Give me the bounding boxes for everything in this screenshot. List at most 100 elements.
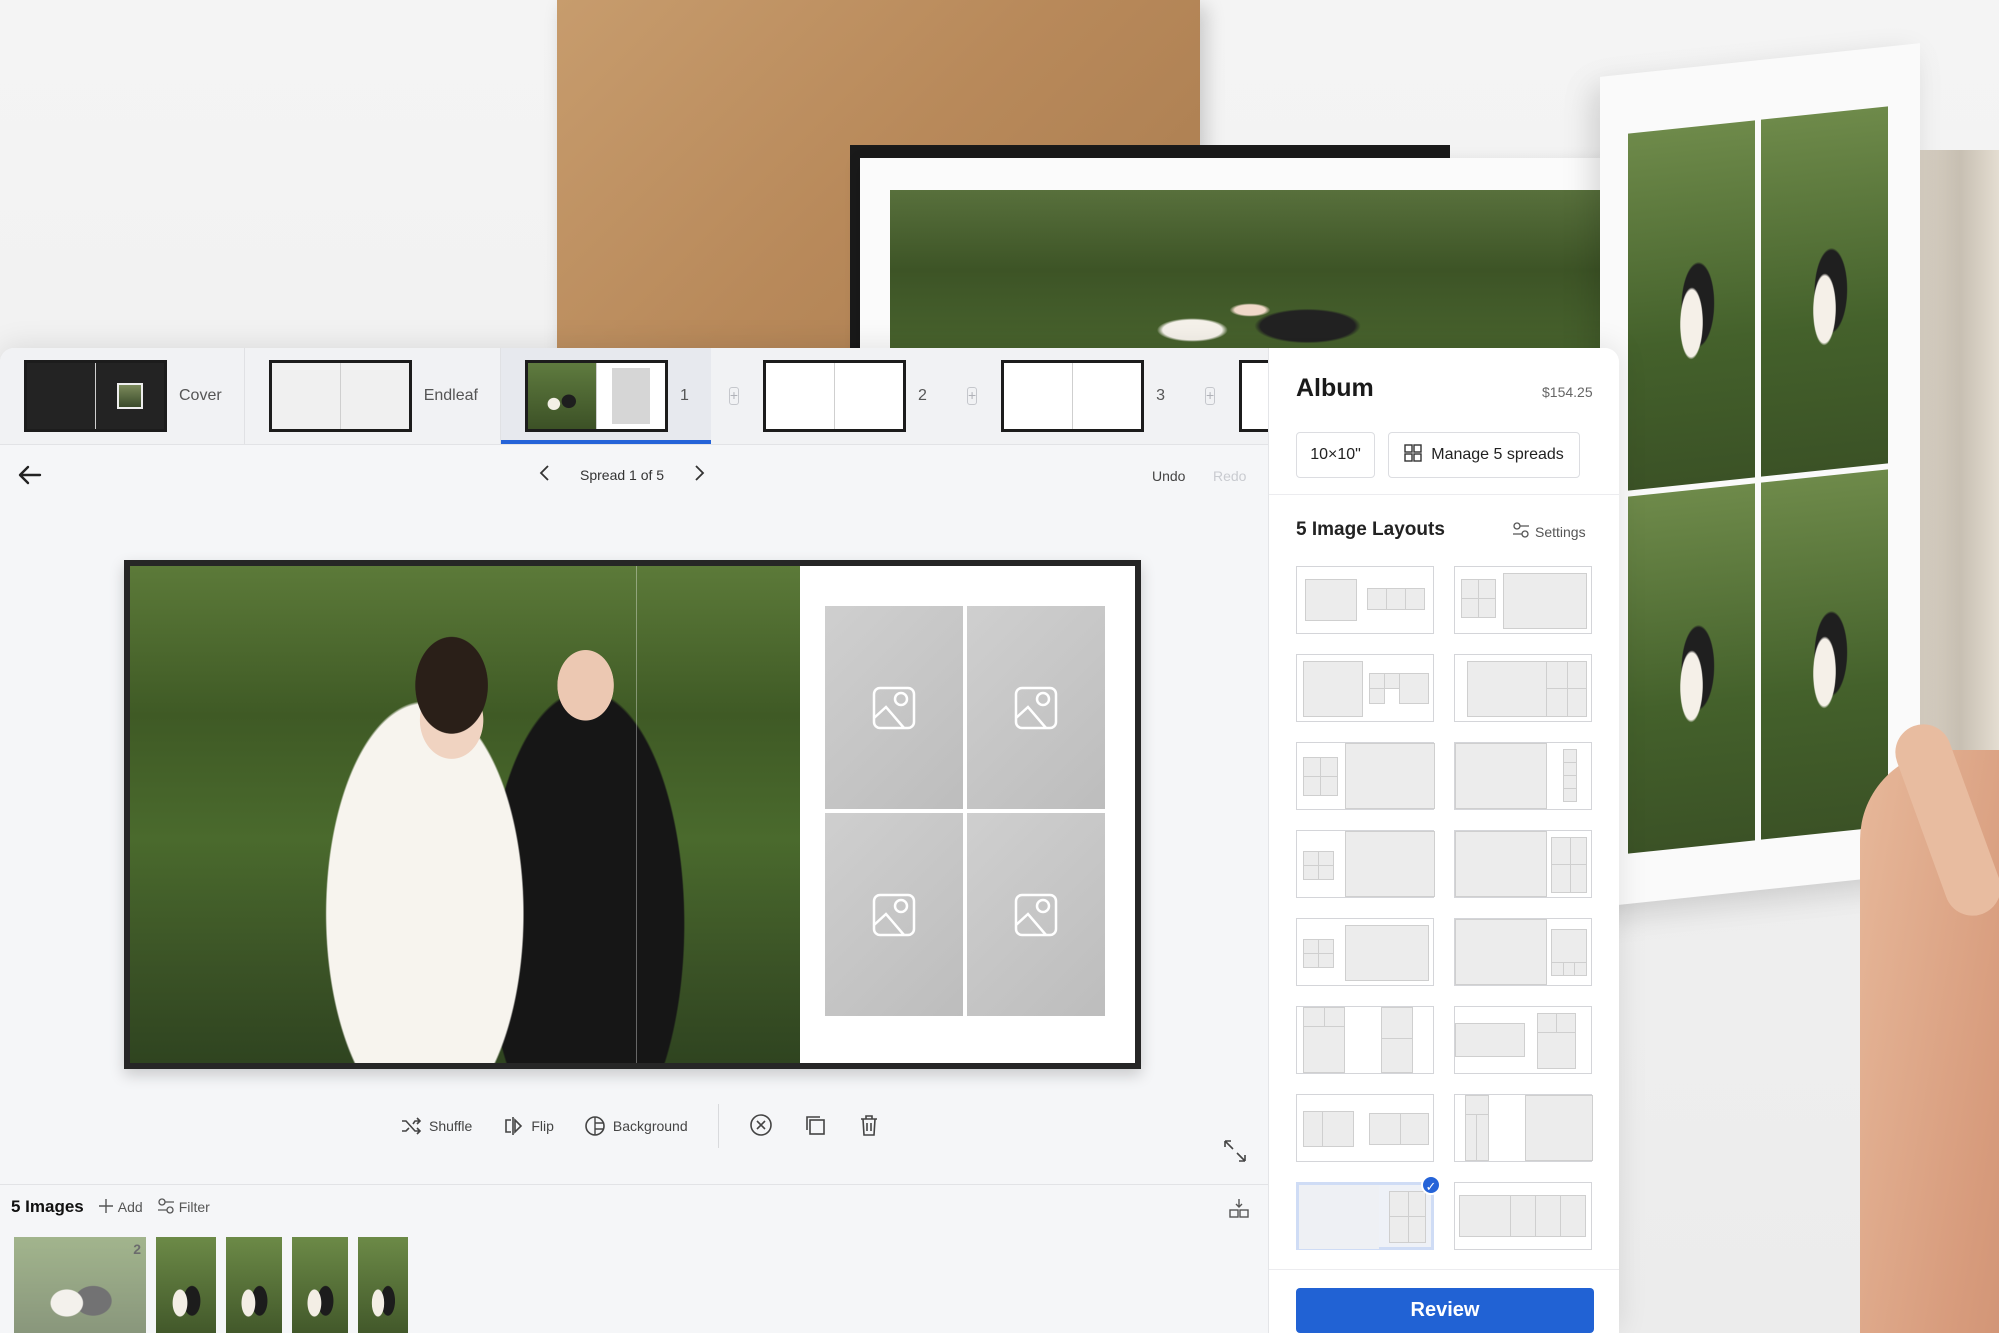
spread-label: Endleaf [423, 387, 478, 404]
spread-navigation: Spread 1 of 5 [538, 464, 706, 485]
layout-option[interactable] [1296, 1094, 1434, 1162]
layout-option[interactable] [1296, 654, 1434, 722]
spread-label: 2 [918, 387, 927, 404]
album-editor-window: Cover Endleaf 1 + 2 + 3 + Spread 1 of 5 … [0, 348, 1619, 1333]
image-count-title: 5 Images [11, 1197, 84, 1216]
spread-thumb-2[interactable]: 2 [739, 348, 949, 444]
settings-button[interactable]: Settings [1512, 522, 1586, 541]
layout-options: ✓ [1296, 566, 1594, 1250]
image-thumbnail[interactable]: 2 [14, 1237, 146, 1333]
spread-4-thumbnail [1239, 360, 1268, 432]
spread-thumb-1[interactable]: 1 [500, 348, 711, 444]
layout-option[interactable] [1454, 1006, 1592, 1074]
album-grid-photo [1628, 120, 1755, 491]
spread-indicator: Spread 1 of 5 [580, 466, 665, 483]
photo-placeholder[interactable] [825, 813, 963, 1016]
spread-thumb-cover[interactable]: Cover [0, 348, 245, 444]
settings-icon [1512, 522, 1530, 541]
photo-placeholder-grid [825, 606, 1105, 1016]
background-label: Background [612, 1118, 688, 1134]
review-button[interactable]: Review [1296, 1288, 1594, 1333]
photo-placeholder[interactable] [967, 606, 1105, 809]
size-label: 10×10" [1310, 446, 1361, 463]
album-grid-photo [1761, 106, 1888, 477]
image-tray-header: 5 Images Add Filter [11, 1197, 210, 1217]
add-label: Add [117, 1199, 143, 1215]
circle-x-icon[interactable] [749, 1113, 773, 1140]
layout-option[interactable] [1296, 830, 1435, 898]
endleaf-thumbnail [268, 360, 412, 432]
plus-icon[interactable]: + [1205, 387, 1216, 405]
cover-thumbnail [24, 360, 167, 432]
photo-placeholder[interactable] [967, 813, 1105, 1016]
spread-label: Cover [179, 387, 222, 404]
panel-title: Album [1296, 374, 1374, 402]
manage-spreads-label: Manage 5 spreads [1431, 446, 1564, 463]
filter-button[interactable]: Filter [157, 1197, 210, 1217]
arrow-left-icon[interactable] [16, 461, 44, 495]
divider [1269, 1269, 1619, 1270]
usage-count: 2 [133, 1241, 141, 1257]
size-button[interactable]: 10×10" [1296, 432, 1375, 478]
layout-option-selected[interactable]: ✓ [1296, 1175, 1441, 1250]
arrange-icon[interactable] [1228, 1197, 1250, 1224]
spread-canvas [124, 560, 1141, 1069]
image-thumbnail[interactable] [292, 1237, 348, 1333]
chevron-right-icon[interactable] [692, 464, 706, 485]
layout-option[interactable] [1454, 830, 1592, 898]
flip-button[interactable]: Flip [502, 1115, 554, 1137]
undo-button[interactable]: Undo [1152, 468, 1185, 484]
spread-thumb-3[interactable]: 3 [977, 348, 1187, 444]
layout-option[interactable] [1296, 742, 1435, 810]
shuffle-button[interactable]: Shuffle [400, 1115, 472, 1137]
collapse-arrows-icon[interactable] [1222, 1138, 1248, 1169]
image-tray: 5 Images Add Filter 2 [0, 1184, 1268, 1333]
layout-option[interactable] [1454, 918, 1592, 986]
add-images-button[interactable]: Add [98, 1198, 143, 1217]
spread-thumb-4[interactable] [1215, 348, 1268, 444]
image-placeholder-icon [872, 893, 916, 936]
manage-spreads-button[interactable]: Manage 5 spreads [1388, 432, 1580, 478]
album-photo-grid [1628, 106, 1888, 854]
layout-option[interactable] [1454, 1094, 1593, 1162]
layout-option[interactable] [1454, 1182, 1592, 1250]
image-thumbnail[interactable] [226, 1237, 282, 1333]
album-grid-photo [1628, 483, 1755, 854]
redo-button[interactable]: Redo [1213, 468, 1246, 484]
checkmark-icon: ✓ [1421, 1175, 1441, 1195]
spread-2-thumbnail [763, 360, 907, 432]
image-thumbnail[interactable] [358, 1237, 408, 1333]
layout-option[interactable] [1296, 918, 1434, 986]
plus-icon[interactable]: + [966, 387, 978, 405]
shuffle-icon [402, 1117, 422, 1135]
divider [717, 1104, 719, 1148]
chevron-left-icon[interactable] [538, 464, 552, 485]
plus-icon[interactable]: + [728, 387, 740, 405]
album-settings-panel: Album $154.25 10×10" Manage 5 spreads 5 … [1268, 348, 1619, 1333]
photo-placeholder[interactable] [825, 606, 963, 809]
spread-3-thumbnail [1001, 360, 1145, 432]
trash-icon[interactable] [857, 1113, 881, 1140]
divider [1269, 494, 1619, 495]
couple-photo[interactable] [130, 566, 800, 1063]
layout-option[interactable] [1454, 566, 1592, 634]
image-thumbnails: 2 [14, 1237, 408, 1333]
layout-option[interactable] [1454, 654, 1592, 722]
layout-option[interactable] [1296, 566, 1434, 634]
layouts-title: 5 Image Layouts [1296, 519, 1445, 540]
image-placeholder-icon [1014, 893, 1058, 936]
spread-label: 3 [1156, 387, 1166, 404]
copy-icon[interactable] [803, 1113, 827, 1140]
album-grid-photo [1761, 469, 1888, 840]
background-icon [585, 1116, 605, 1136]
image-thumbnail[interactable] [156, 1237, 216, 1333]
layout-option[interactable] [1296, 1006, 1434, 1074]
background-button[interactable]: Background [584, 1115, 688, 1137]
spread-1-thumbnail [524, 360, 668, 432]
right-page [800, 566, 1135, 1063]
spread-thumb-endleaf[interactable]: Endleaf [245, 348, 501, 444]
image-placeholder-icon [872, 686, 916, 729]
flip-label: Flip [531, 1118, 554, 1134]
spread-strip: Cover Endleaf 1 + 2 + 3 + [0, 348, 1268, 445]
layout-option[interactable] [1454, 742, 1592, 810]
